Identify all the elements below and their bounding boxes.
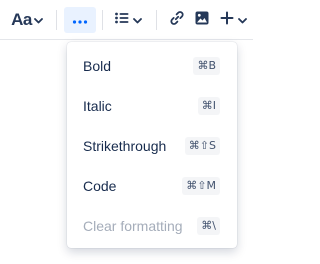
link-icon <box>169 10 185 31</box>
chevron-down-icon <box>33 11 43 29</box>
menu-item-strikethrough[interactable]: Strikethrough ⌘⇧S <box>67 126 237 166</box>
menu-item-code[interactable]: Code ⌘⇧M <box>67 166 237 206</box>
text-style-button[interactable]: Aa <box>6 7 48 33</box>
menu-item-label: Code <box>83 178 117 194</box>
keyboard-shortcut: ⌘⇧M <box>182 177 220 195</box>
more-formatting-button[interactable] <box>64 7 96 33</box>
keyboard-shortcut: ⌘B <box>193 57 220 75</box>
text-style-label: Aa <box>11 10 32 29</box>
toolbar-divider <box>102 10 103 30</box>
link-button[interactable] <box>165 7 189 33</box>
menu-item-clear-formatting[interactable]: Clear formatting ⌘\ <box>67 206 237 246</box>
menu-item-italic[interactable]: Italic ⌘I <box>67 86 237 126</box>
insert-button[interactable] <box>216 7 250 33</box>
image-icon <box>195 11 209 30</box>
keyboard-shortcut: ⌘\ <box>197 217 220 235</box>
keyboard-shortcut: ⌘I <box>197 97 220 115</box>
menu-item-label: Italic <box>83 98 112 114</box>
chevron-down-icon <box>132 11 142 29</box>
image-button[interactable] <box>191 7 213 33</box>
menu-item-label: Clear formatting <box>83 218 183 234</box>
editor-toolbar: Aa <box>0 0 253 40</box>
list-button[interactable] <box>110 7 146 33</box>
toolbar-divider <box>56 10 57 30</box>
keyboard-shortcut: ⌘⇧S <box>184 137 220 155</box>
more-formatting-menu: Bold ⌘B Italic ⌘I Strikethrough ⌘⇧S Code… <box>67 42 237 248</box>
plus-icon <box>220 11 234 30</box>
menu-item-bold[interactable]: Bold ⌘B <box>67 46 237 86</box>
menu-item-label: Strikethrough <box>83 138 167 154</box>
menu-item-label: Bold <box>83 58 112 74</box>
bulleted-list-icon <box>114 11 129 29</box>
chevron-down-icon <box>237 11 247 29</box>
toolbar-divider <box>156 10 157 30</box>
more-horizontal-icon <box>72 11 88 29</box>
